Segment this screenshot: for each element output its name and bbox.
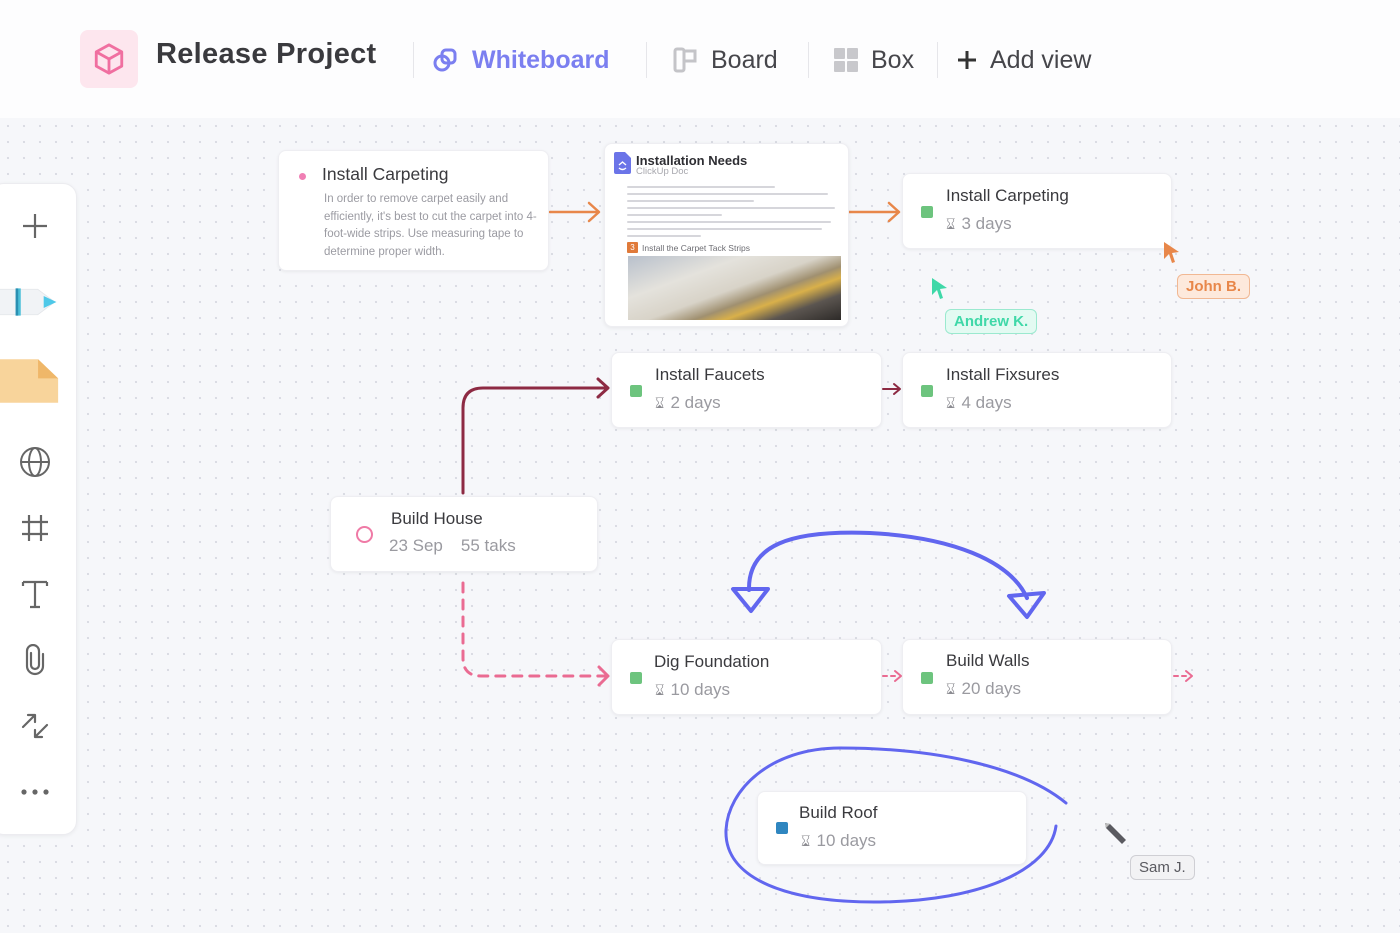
board-icon (673, 47, 699, 73)
tab-board[interactable]: Board (673, 42, 778, 78)
web-embed-tool[interactable] (1, 440, 69, 484)
task-title: Build Walls (946, 651, 1030, 670)
plus-icon (23, 214, 47, 238)
task-title: Install Carpeting (946, 186, 1069, 205)
duration-text: 20 days (961, 679, 1022, 698)
frame-tool[interactable] (1, 506, 69, 550)
status-square (776, 822, 788, 834)
due-date: 23 Sep (389, 536, 443, 555)
cube-icon (94, 43, 124, 75)
cursor-john-icon (1164, 242, 1179, 263)
task-duration: ⌛︎ 10 days (801, 831, 876, 851)
text-icon (21, 580, 49, 609)
status-square (630, 385, 642, 397)
sticky-note-icon (0, 359, 59, 403)
tab-whiteboard[interactable]: Whiteboard (432, 42, 610, 78)
tab-label: Board (711, 45, 778, 74)
divider (646, 42, 647, 78)
task-title: Install Fixsures (946, 365, 1060, 384)
task-duration: ⌛︎ 2 days (655, 393, 721, 413)
header: Release Project Whiteboard Board Box Add… (0, 0, 1400, 118)
tab-label: Whiteboard (472, 45, 610, 74)
doc-icon (614, 152, 631, 174)
hourglass-icon: ⌛︎ (801, 832, 811, 850)
frame-icon (22, 515, 48, 541)
hourglass-icon: ⌛︎ (946, 394, 956, 412)
plus-icon (956, 49, 978, 71)
tab-label: Add view (990, 45, 1092, 74)
cursor-andrew-icon (932, 278, 947, 299)
status-square (921, 672, 933, 684)
duration-text: 10 days (670, 680, 731, 699)
status-square (921, 385, 933, 397)
doc-step-heading: 3 Install the Carpet Tack Strips (627, 242, 750, 253)
status-dot (299, 173, 306, 180)
divider (808, 42, 809, 78)
hourglass-icon: ⌛︎ (946, 680, 956, 698)
collaborator-label-john: John B. (1177, 274, 1250, 299)
tab-box[interactable]: Box (833, 42, 914, 78)
project-title: Build House (391, 509, 483, 528)
tab-label: Box (871, 45, 915, 74)
doc-text-preview (627, 186, 839, 242)
task-duration: ⌛︎ 20 days (946, 679, 1021, 699)
task-count: 55 taks (460, 536, 516, 555)
duration-text: 10 days (816, 831, 877, 850)
duration-text: 4 days (961, 393, 1012, 412)
project-meta: 23 Sep 55 taks (389, 536, 516, 556)
task-duration: ⌛︎ 4 days (946, 393, 1012, 413)
collaborator-label-andrew: Andrew K. (945, 309, 1038, 334)
task-card-install-carpeting[interactable]: Install Carpeting ⌛︎ 3 days (902, 173, 1172, 249)
task-title: Dig Foundation (654, 652, 770, 671)
task-card-install-fixsures[interactable]: Install Fixsures ⌛︎ 4 days (902, 352, 1172, 428)
pen-tool[interactable] (0, 280, 59, 324)
project-card-build-house[interactable]: Build House 23 Sep 55 taks (330, 496, 598, 572)
status-square (921, 206, 933, 218)
whiteboard-toolbar (0, 183, 77, 835)
sticky-note-tool[interactable] (0, 354, 59, 408)
step-number: 3 (627, 242, 638, 253)
whiteboard-icon (432, 46, 460, 74)
task-duration: ⌛︎ 10 days (655, 680, 730, 700)
text-tool[interactable] (1, 572, 69, 616)
hourglass-icon: ⌛︎ (655, 394, 665, 412)
add-tool[interactable] (1, 204, 69, 248)
divider (413, 42, 414, 78)
pen-icon (0, 288, 57, 316)
status-square (630, 672, 642, 684)
task-title: Build Roof (799, 803, 878, 822)
duration-text: 3 days (961, 214, 1012, 233)
task-card-build-roof[interactable]: Build Roof ⌛︎ 10 days (757, 791, 1027, 865)
hourglass-icon: ⌛︎ (946, 215, 956, 233)
divider (937, 42, 938, 78)
doc-card-installation-needs[interactable]: Installation Needs ClickUp Doc 3 Install… (604, 143, 849, 327)
more-dots-icon (21, 789, 49, 795)
card-title: Install Carpeting (322, 164, 449, 184)
add-view-button[interactable]: Add view (956, 42, 1091, 78)
connector-arrows-icon (21, 713, 49, 739)
task-card-build-walls[interactable]: Build Walls ⌛︎ 20 days (902, 639, 1172, 715)
task-duration: ⌛︎ 3 days (946, 214, 1012, 234)
status-ring (356, 526, 373, 543)
globe-icon (20, 447, 50, 477)
collaborator-label-sam: Sam J. (1130, 855, 1195, 880)
doc-subtitle: ClickUp Doc (636, 166, 689, 177)
project-title: Release Project (156, 38, 377, 70)
task-card-install-faucets[interactable]: Install Faucets ⌛︎ 2 days (611, 352, 882, 428)
cursor-pencil-icon (1105, 823, 1126, 844)
task-card-dig-foundation[interactable]: Dig Foundation ⌛︎ 10 days (611, 639, 882, 715)
paperclip-icon (25, 644, 45, 676)
more-tools-button[interactable] (1, 770, 69, 814)
box-grid-icon (833, 47, 859, 73)
task-title: Install Faucets (655, 365, 765, 384)
doc-image (628, 256, 841, 320)
duration-text: 2 days (670, 393, 721, 412)
project-icon[interactable] (80, 30, 138, 88)
hourglass-icon: ⌛︎ (655, 681, 665, 699)
attachment-tool[interactable] (1, 638, 69, 682)
card-description: In order to remove carpet easily and eff… (324, 193, 537, 258)
connector-tool[interactable] (1, 704, 69, 748)
note-card-install-carpeting[interactable]: Install Carpeting In order to remove car… (278, 150, 549, 271)
step-title: Install the Carpet Tack Strips (642, 242, 751, 253)
